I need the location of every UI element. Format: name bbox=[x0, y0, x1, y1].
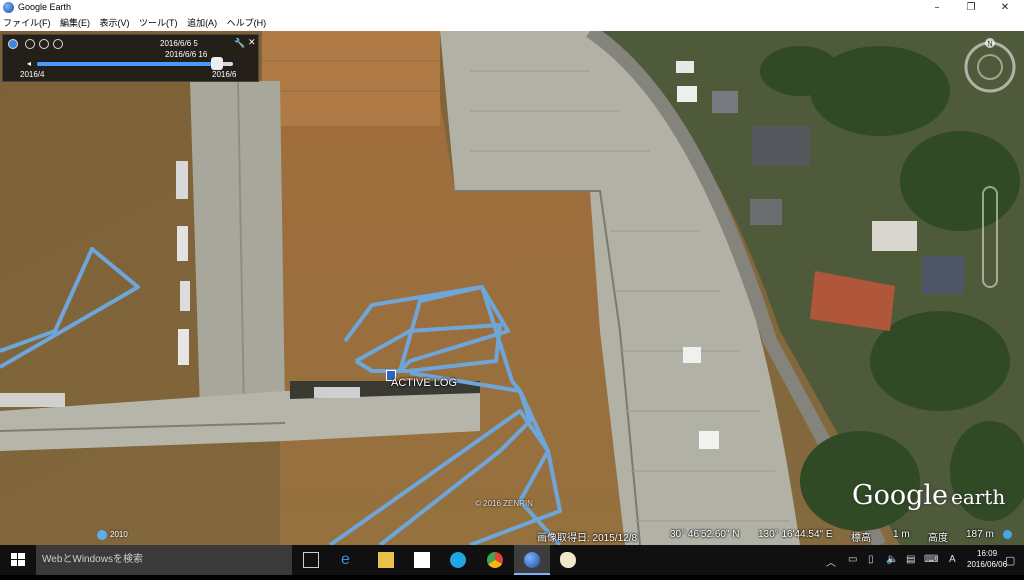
compass-ring-icon bbox=[964, 41, 1016, 93]
logo-google: Google bbox=[852, 480, 948, 511]
title-bar: Google Earth – ❐ ✕ bbox=[0, 0, 1024, 16]
close-slider-icon[interactable]: ✕ bbox=[248, 37, 256, 48]
altitude-label: 高度 bbox=[928, 533, 948, 544]
zoom-in-time-icon[interactable] bbox=[39, 39, 49, 49]
slider-end-label: 2016/6 bbox=[212, 70, 237, 79]
task-view-icon[interactable] bbox=[303, 552, 319, 568]
time-slider-thumb[interactable] bbox=[211, 57, 223, 70]
ime-indicator[interactable]: A bbox=[949, 554, 956, 565]
clock-icon[interactable] bbox=[8, 39, 18, 49]
close-button[interactable]: ✕ bbox=[988, 0, 1022, 16]
start-button[interactable] bbox=[0, 545, 36, 575]
altitude-value: 187 m bbox=[966, 529, 994, 540]
action-center-icon[interactable]: ▢ bbox=[1005, 554, 1015, 567]
menu-edit[interactable]: 編集(E) bbox=[60, 16, 90, 31]
maximize-button[interactable]: ❐ bbox=[954, 0, 988, 16]
historical-imagery-slider[interactable]: 2016/6/6 5 2016/6/6 16 🔧 ✕ ◂ 2016/4 2016… bbox=[2, 34, 259, 82]
clock-date: 2016/06/06 bbox=[967, 560, 1008, 569]
window-title: Google Earth bbox=[18, 2, 72, 12]
slider-start-label: 2016/4 bbox=[20, 70, 45, 79]
time-slider-fill bbox=[37, 62, 218, 66]
longitude: 130° 16'44.54" E bbox=[758, 529, 833, 540]
file-explorer-icon[interactable] bbox=[378, 552, 394, 568]
skype-icon[interactable] bbox=[450, 552, 466, 568]
logo-earth: earth bbox=[950, 485, 1006, 509]
google-earth-app-icon bbox=[3, 2, 14, 13]
paint-icon[interactable] bbox=[560, 552, 576, 568]
satellite-imagery bbox=[0, 31, 1024, 545]
clock-time: 16:09 bbox=[977, 549, 998, 558]
zoom-slider-icon bbox=[982, 186, 998, 288]
elevation-value: 1 m bbox=[893, 529, 910, 540]
latitude: 30° 46'52.60" N bbox=[670, 529, 740, 540]
battery-icon[interactable]: ▭ bbox=[848, 554, 857, 565]
elevation-label: 標高 bbox=[851, 533, 871, 544]
wrench-icon[interactable]: 🔧 bbox=[234, 38, 245, 49]
menu-tools[interactable]: ツール(T) bbox=[139, 16, 178, 31]
status-bar: 画像取得日: 2015/12/8 30° 46'52.60" N 130° 16… bbox=[0, 527, 1024, 545]
volume-icon[interactable]: 🔈 bbox=[886, 554, 898, 565]
google-earth-icon[interactable] bbox=[524, 552, 540, 568]
streaming-indicator-icon bbox=[1003, 530, 1012, 539]
zoom-out-time-icon[interactable] bbox=[25, 39, 35, 49]
store-icon[interactable] bbox=[414, 552, 430, 568]
tray-chevron-icon[interactable]: ︿ bbox=[826, 554, 836, 569]
copyright-label: © 2016 ZENRIN bbox=[475, 499, 533, 508]
taskbar: WebとWindowsを検索 e ︿ ▭ ▯ 🔈 ▤ ⌨ A 16:09 201… bbox=[0, 545, 1024, 575]
time-slider-track[interactable] bbox=[37, 62, 233, 66]
keyboard-icon[interactable]: ⌨ bbox=[924, 554, 938, 565]
menu-view[interactable]: 表示(V) bbox=[100, 16, 130, 31]
selected-time-label: 2016/6/6 16 bbox=[165, 50, 208, 59]
google-earth-logo: Google earth bbox=[852, 480, 1005, 511]
time-settings-icon[interactable] bbox=[53, 39, 63, 49]
time-range-label: 2016/6/6 5 bbox=[160, 39, 198, 48]
edge-icon[interactable]: e bbox=[341, 552, 357, 568]
minimize-button[interactable]: – bbox=[920, 0, 954, 16]
play-icon[interactable]: ◂ bbox=[27, 59, 31, 68]
navigation-controls[interactable]: N bbox=[962, 37, 1022, 297]
clock[interactable]: 16:09 2016/06/06 bbox=[967, 548, 1007, 570]
chrome-icon[interactable] bbox=[487, 552, 503, 568]
windows-logo-icon bbox=[11, 553, 25, 566]
active-log-label[interactable]: ACTIVE LOG bbox=[391, 377, 457, 389]
imagery-date: 画像取得日: 2015/12/8 bbox=[537, 533, 638, 544]
menu-add[interactable]: 追加(A) bbox=[187, 16, 217, 31]
menu-help[interactable]: ヘルプ(H) bbox=[227, 16, 267, 31]
svg-text:N: N bbox=[987, 41, 992, 48]
taskbar-search-input[interactable]: WebとWindowsを検索 bbox=[36, 545, 292, 575]
menu-bar: ファイル(F) 編集(E) 表示(V) ツール(T) 追加(A) ヘルプ(H) bbox=[0, 16, 1024, 32]
map-view[interactable]: N bbox=[0, 31, 1024, 545]
notification-icon[interactable]: ▤ bbox=[906, 554, 915, 565]
menu-file[interactable]: ファイル(F) bbox=[3, 16, 51, 31]
network-icon[interactable]: ▯ bbox=[868, 554, 874, 565]
